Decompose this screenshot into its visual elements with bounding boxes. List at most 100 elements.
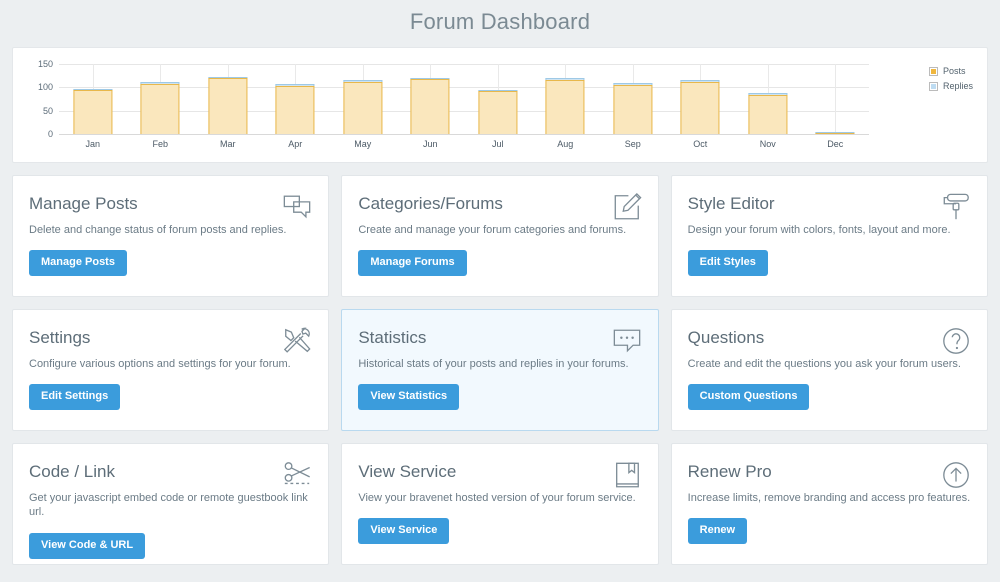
- chart-bar-stack: [478, 89, 518, 134]
- chart-bar-group[interactable]: Apr: [262, 64, 330, 149]
- card-action-button[interactable]: View Statistics: [358, 384, 460, 411]
- chart-bar-stack: [815, 132, 855, 134]
- chart-bar-stack: [410, 77, 450, 134]
- card-title: Manage Posts: [29, 194, 138, 213]
- chart-bar-segment-posts: [410, 79, 450, 134]
- chart-bar-segment-posts: [343, 82, 383, 134]
- dashboard-card[interactable]: Style Editor Design your forum with color…: [670, 175, 988, 297]
- chart-bar-group[interactable]: Sep: [599, 64, 667, 149]
- card-action-button[interactable]: Manage Posts: [29, 250, 127, 277]
- chart-plot-area: 0 50 100 150 Jan Feb Mar Apr May Jun Jul Aug Sep Oct N…: [38, 59, 870, 149]
- card-description: View your bravenet hosted version of you…: [358, 492, 636, 504]
- chart-bar-segment-posts: [275, 85, 315, 134]
- chart-x-tick-label: Sep: [624, 139, 641, 149]
- chart-x-tick-label: Apr: [288, 139, 303, 149]
- chart-bar-group[interactable]: Nov: [734, 64, 802, 149]
- card-title: Statistics: [358, 328, 427, 347]
- dashboard-card[interactable]: View Service View your bravenet hosted ve…: [341, 443, 659, 565]
- speech-bubble-ellipsis-icon: [612, 326, 642, 356]
- arrow-up-circle-icon: [941, 460, 971, 490]
- dashboard-card[interactable]: Settings Configure various options and se…: [12, 309, 330, 431]
- card-description: Historical stats of your posts and repli…: [358, 358, 629, 370]
- chart-bar-stack: [343, 80, 383, 134]
- card-action-button[interactable]: Edit Settings: [29, 384, 121, 411]
- card-description: Configure various options and settings f…: [29, 358, 291, 370]
- chart-x-tick-label: Aug: [557, 139, 574, 149]
- chart-bars: Jan Feb Mar Apr May Jun Jul Aug Sep Oct Nov Dec: [59, 64, 870, 149]
- pencil-square-icon: [612, 192, 642, 222]
- wrench-screwdriver-icon: [282, 326, 312, 356]
- chart-bar-stack: [140, 82, 180, 134]
- card-title: Renew Pro: [687, 462, 772, 481]
- chart-bar-group[interactable]: Dec: [802, 64, 870, 149]
- card-title: Categories/Forums: [358, 194, 503, 213]
- chart-legend-item[interactable]: Replies: [928, 81, 973, 91]
- dashboard-card[interactable]: Questions Create and edit the questions y…: [670, 309, 988, 431]
- dashboard-card[interactable]: Code / Link Get your javascript embed cod…: [12, 443, 330, 565]
- dashboard-card[interactable]: Categories/Forums Create and manage your …: [341, 175, 659, 297]
- card-action-button[interactable]: Edit Styles: [687, 250, 768, 277]
- legend-swatch-icon: [928, 81, 938, 91]
- card-title: Settings: [29, 328, 91, 347]
- chart-bar-stack: [73, 88, 113, 134]
- chart-bar-group[interactable]: Mar: [194, 64, 262, 149]
- chart-x-tick-label: Jun: [422, 139, 438, 149]
- chart-y-tick-label: 50: [42, 105, 53, 116]
- chart-bar-group[interactable]: May: [329, 64, 397, 149]
- chart-bar-segment-posts: [545, 80, 585, 134]
- chart-bar-group[interactable]: Jan: [59, 64, 127, 149]
- chart-x-tick-label: Nov: [759, 139, 776, 149]
- chart-panel: 0 50 100 150 Jan Feb Mar Apr May Jun Jul Aug Sep Oct N…: [12, 47, 988, 163]
- card-action-button[interactable]: View Code & URL: [29, 532, 146, 559]
- legend-label: Replies: [942, 81, 973, 91]
- question-circle-icon: [941, 326, 971, 356]
- chart-bar-segment-posts: [815, 133, 855, 134]
- chart-legend: Posts Replies: [928, 66, 973, 91]
- chart-bar-segment-posts: [748, 94, 788, 134]
- card-description: Get your javascript embed code or remote…: [29, 492, 308, 519]
- chart-bar-group[interactable]: Jul: [464, 64, 532, 149]
- chart-bar-segment-posts: [208, 78, 248, 134]
- card-title: View Service: [358, 462, 457, 481]
- legend-label: Posts: [942, 66, 966, 76]
- chart-bar-group[interactable]: Jun: [397, 64, 465, 149]
- page-title: Forum Dashboard: [409, 9, 591, 34]
- card-title: Style Editor: [687, 194, 775, 213]
- chart-x-tick-label: Oct: [693, 139, 708, 149]
- dashboard-card[interactable]: Statistics Historical stats of your posts…: [341, 309, 659, 431]
- chart-y-tick-label: 0: [47, 129, 53, 139]
- chart-legend-item[interactable]: Posts: [928, 66, 973, 76]
- chart-x-tick-label: May: [354, 139, 372, 149]
- chart-x-tick-label: Jan: [85, 139, 100, 149]
- chart-x-tick-label: Dec: [827, 139, 844, 149]
- chart-bar-group[interactable]: Feb: [127, 64, 195, 149]
- dashboard-page: Forum Dashboard 0 50 100 150 Jan Feb Mar Apr May…: [0, 0, 1000, 582]
- card-action-button[interactable]: Renew: [687, 518, 748, 545]
- dashboard-card[interactable]: Renew Pro Increase limits, remove brandin…: [670, 443, 988, 565]
- chart-inner: 0 50 100 150 Jan Feb Mar Apr May Jun Jul Aug Sep Oct N…: [13, 48, 987, 162]
- chart-bar-group[interactable]: Aug: [532, 64, 600, 149]
- chart-bar-stack: [275, 84, 315, 134]
- chart-y-tick-label: 100: [37, 82, 53, 93]
- card-title: Code / Link: [29, 462, 115, 481]
- card-action-button[interactable]: View Service: [358, 518, 450, 545]
- chat-bubbles-icon: [282, 192, 312, 222]
- chart-gridline: [59, 134, 869, 135]
- card-action-button[interactable]: Custom Questions: [687, 384, 810, 411]
- chart-bar-segment-posts: [73, 90, 113, 134]
- card-description: Create and edit the questions you ask yo…: [687, 358, 961, 370]
- chart-bar-stack: [545, 78, 585, 134]
- card-title: Questions: [687, 328, 765, 347]
- paint-roller-icon: [941, 192, 971, 222]
- chart-x-tick-label: Mar: [220, 139, 236, 149]
- dashboard-card[interactable]: Manage Posts Delete and change status of …: [12, 175, 330, 297]
- chart-bar-group[interactable]: Oct: [667, 64, 735, 149]
- chart-x-tick-label: Feb: [152, 139, 168, 149]
- card-action-button[interactable]: Manage Forums: [358, 250, 467, 277]
- chart-bar-stack: [208, 76, 248, 134]
- chart-x-tick-label: Jul: [491, 139, 504, 149]
- card-description: Delete and change status of forum posts …: [29, 224, 287, 236]
- chart-vertical-gridline: [835, 64, 837, 134]
- scissors-icon: [282, 460, 312, 490]
- chart-bar-stack: [613, 83, 653, 134]
